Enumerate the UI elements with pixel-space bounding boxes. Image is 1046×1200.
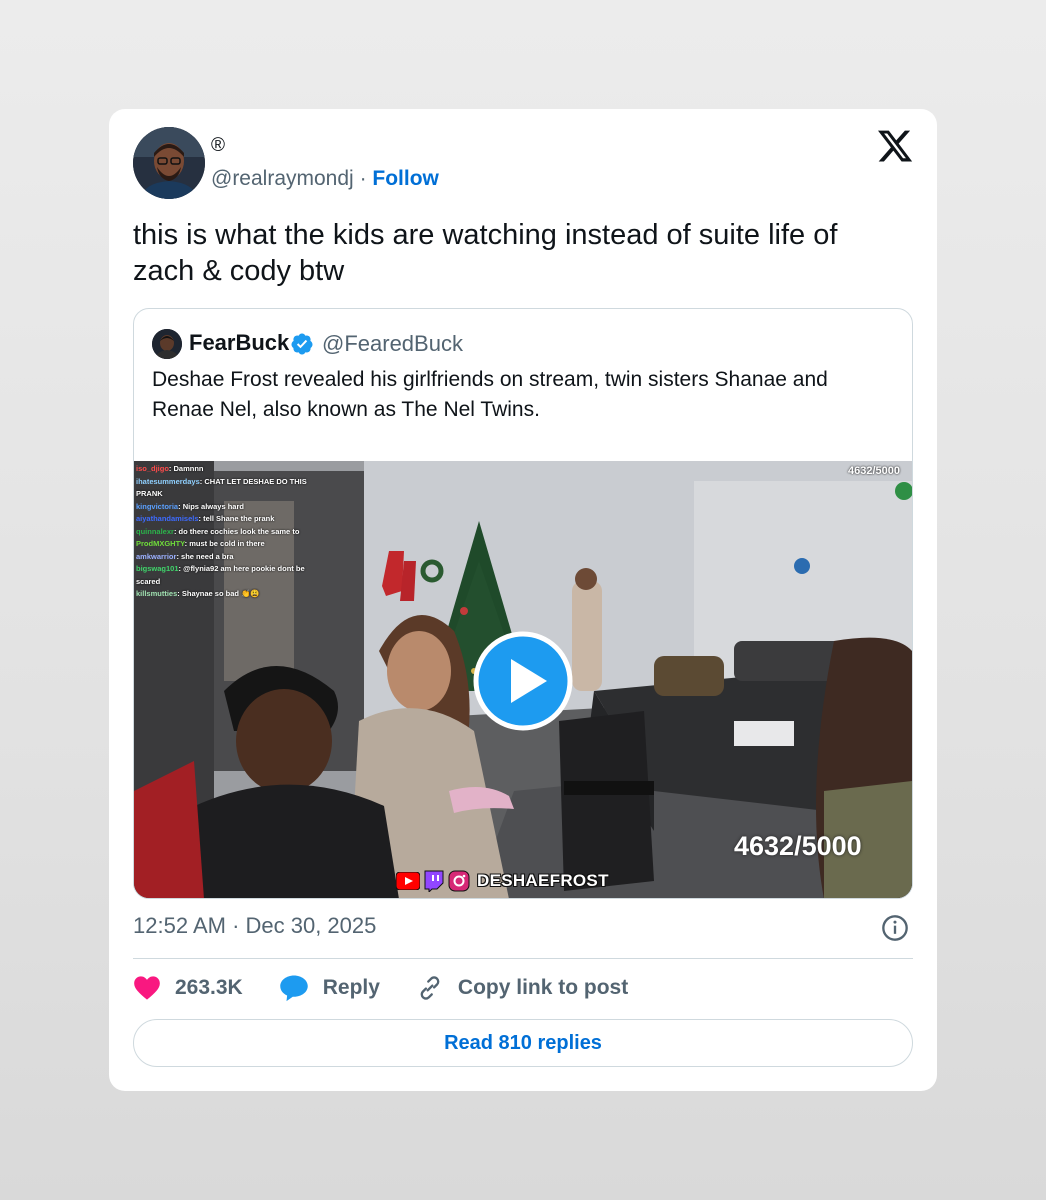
chat-text: do there cochies look the same to	[178, 526, 300, 536]
link-icon	[420, 976, 440, 1000]
separator-dot: ·	[359, 167, 367, 190]
youtube-icon	[396, 872, 420, 890]
chat-text: tell Shane the prank	[203, 514, 275, 523]
author-avatar[interactable]	[133, 127, 205, 199]
verified-badge-icon	[291, 333, 313, 355]
chat-message: killsmutties: Shaynae so bad 👏😩	[136, 589, 260, 598]
info-icon[interactable]	[881, 914, 909, 942]
chat-text: Damnnn	[173, 464, 204, 473]
quoted-post[interactable]: FearBuck @FearedBuck Deshae Frost reveal…	[133, 308, 913, 899]
chat-message: ihatesummerdays: CHAT LET DESHAE DO THIS…	[136, 476, 307, 499]
chat-message: amkwarrior: she need a bra	[136, 551, 234, 561]
chat-username: kingvictoria	[136, 501, 179, 511]
chat-username: ihatesummerdays	[136, 476, 200, 486]
stream-chat-overlay: iso_djigo: Damnnn ihatesummerdays: CHAT …	[136, 463, 326, 601]
chat-text: Shaynae so bad 👏😩	[181, 589, 260, 598]
post-timestamp[interactable]: 12:52 AM · Dec 30, 2025	[133, 913, 376, 939]
play-icon[interactable]	[473, 631, 573, 731]
action-bar: 263.3K Reply Copy link to post	[133, 971, 664, 1005]
tweet-text: this is what the kids are watching inste…	[133, 219, 838, 287]
chat-text: must be cold in there	[189, 539, 265, 548]
chat-message: quinnalexr: do there cochies look the sa…	[136, 526, 300, 536]
quoted-author-name[interactable]: FearBuck	[189, 330, 289, 356]
heart-icon	[134, 976, 160, 1000]
chat-username: ProdMXGHTY	[136, 539, 185, 548]
streamer-name: DESHAEFROST	[477, 871, 609, 890]
quoted-author-handle[interactable]: @FearedBuck	[322, 331, 463, 357]
read-replies-button[interactable]: Read 810 replies	[133, 1019, 913, 1067]
follow-button[interactable]: Follow	[372, 167, 439, 190]
x-logo-icon[interactable]	[876, 127, 914, 165]
chat-message: ProdMXGHTY: must be cold in there	[136, 539, 265, 548]
instagram-icon	[448, 870, 470, 892]
video-player[interactable]: iso_djigo: Damnnn ihatesummerdays: CHAT …	[134, 461, 912, 898]
chat-message: iso_djigo: Damnnn	[136, 464, 204, 473]
chat-username: quinnalexr	[136, 526, 174, 536]
copy-link-label: Copy link to post	[457, 976, 629, 999]
streamer-branding: DESHAEFROST	[396, 869, 609, 893]
chat-username: iso_djigo	[136, 464, 169, 473]
chat-username: bigswag101	[136, 564, 179, 573]
chat-text: she need a bra	[181, 551, 234, 561]
chat-username: aiyathandamisels	[136, 514, 199, 523]
divider	[133, 958, 913, 959]
twitch-icon	[424, 870, 444, 892]
goal-counter-large: 4632/5000	[734, 831, 862, 861]
like-button[interactable]: 263.3K	[133, 975, 243, 1001]
like-count: 263.3K	[175, 976, 243, 999]
chat-username: amkwarrior	[136, 551, 177, 561]
post-card: ® @realraymondj · Follow this is what th…	[109, 109, 937, 1091]
author-display-name[interactable]: ®	[211, 135, 225, 157]
reply-label: Reply	[322, 976, 380, 999]
quoted-post-text: Deshae Frost revealed his girlfriends on…	[152, 368, 828, 421]
reply-button[interactable]: Reply	[279, 974, 380, 1002]
quoted-author-avatar[interactable]	[152, 329, 182, 359]
goal-counter-small: 4632/5000	[848, 465, 900, 477]
chat-message: bigswag101: @flynia92 am here pookie don…	[136, 564, 305, 586]
author-handle[interactable]: @realraymondj	[211, 167, 354, 190]
chat-message: aiyathandamisels: tell Shane the prank	[136, 514, 275, 523]
chat-text: Nips always hard	[182, 501, 244, 511]
chat-username: killsmutties	[136, 589, 178, 598]
reply-bubble-icon	[279, 975, 308, 1002]
chat-message: kingvictoria: Nips always hard	[136, 501, 244, 511]
copy-link-button[interactable]: Copy link to post	[416, 974, 628, 1002]
author-handle-line: @realraymondj · Follow	[211, 167, 439, 191]
